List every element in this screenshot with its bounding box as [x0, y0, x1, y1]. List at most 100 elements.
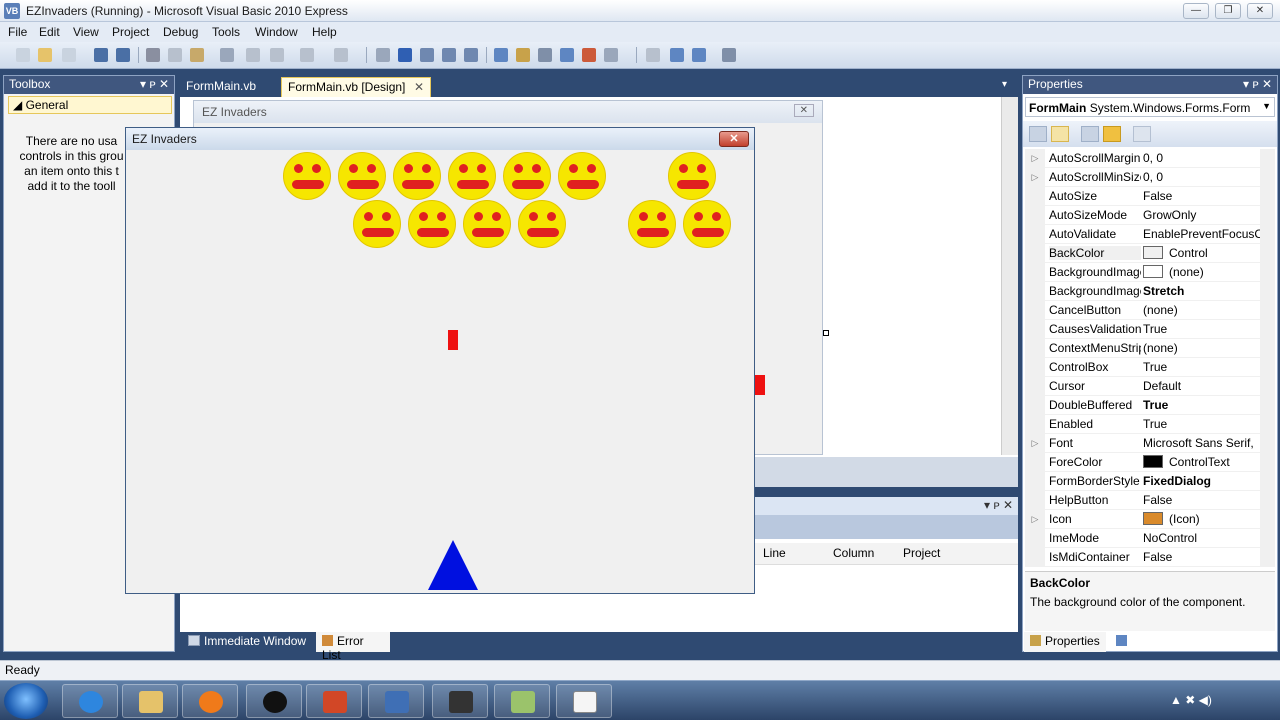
menu-tools[interactable]: Tools — [212, 25, 240, 39]
stop-debugging-icon[interactable] — [398, 48, 412, 62]
property-value[interactable]: FixedDialog — [1143, 474, 1261, 488]
property-row[interactable]: ImeMode NoControl — [1025, 529, 1261, 548]
chevron-down-icon[interactable]: ▼ — [1262, 101, 1271, 111]
menu-view[interactable]: View — [73, 25, 99, 39]
property-value[interactable]: (Icon) — [1143, 512, 1261, 526]
tab-formmain-design[interactable]: FormMain.vb [Design] ✕ — [281, 77, 431, 97]
object-browser-icon[interactable] — [560, 48, 574, 62]
alphabetical-icon[interactable] — [1051, 126, 1069, 142]
step-over-icon[interactable] — [442, 48, 456, 62]
expand-icon[interactable]: ▷ — [1025, 510, 1045, 529]
menu-project[interactable]: Project — [112, 25, 149, 39]
property-value[interactable]: ControlText — [1143, 455, 1261, 469]
property-row[interactable]: CausesValidation True — [1025, 320, 1261, 339]
save-all-icon[interactable] — [116, 48, 130, 62]
property-pages-icon[interactable] — [1133, 126, 1151, 142]
property-row[interactable]: AutoValidate EnablePreventFocusChange — [1025, 225, 1261, 244]
new-project-icon[interactable] — [16, 48, 30, 62]
tab-solution-explorer[interactable]: Solution Explorer — [1110, 632, 1240, 652]
undo-icon[interactable] — [300, 48, 314, 62]
open-file-icon[interactable] — [38, 48, 52, 62]
property-row[interactable]: Cursor Default — [1025, 377, 1261, 396]
property-value[interactable]: NoControl — [1143, 531, 1261, 545]
toolbox-pin-icon[interactable]: ▾ ᴘ ✕ — [140, 77, 169, 91]
dock-icon[interactable] — [692, 48, 706, 62]
property-row[interactable]: ▷ Icon (Icon) — [1025, 510, 1261, 529]
menu-help[interactable]: Help — [312, 25, 337, 39]
properties-view-icon[interactable] — [1081, 126, 1099, 142]
property-row[interactable]: HelpButton False — [1025, 491, 1261, 510]
tab-properties[interactable]: Properties — [1024, 632, 1106, 652]
paste-icon[interactable] — [190, 48, 204, 62]
step-into-icon[interactable] — [420, 48, 434, 62]
column-column[interactable]: Column — [833, 546, 874, 560]
property-value[interactable]: Default — [1143, 379, 1261, 393]
start-debugging-icon[interactable] — [376, 48, 390, 62]
properties-pin-icon[interactable]: ▾ ᴘ ✕ — [1243, 77, 1272, 91]
navigate-icon[interactable] — [646, 48, 660, 62]
property-row[interactable]: BackgroundImage (none) — [1025, 263, 1261, 282]
categorized-icon[interactable] — [1029, 126, 1047, 142]
property-value[interactable]: Control — [1143, 246, 1261, 260]
taskbar-visual-basic[interactable] — [368, 684, 424, 718]
editor-vertical-scrollbar[interactable] — [1001, 97, 1018, 455]
menu-file[interactable]: File — [8, 25, 27, 39]
cut-icon[interactable] — [146, 48, 160, 62]
taskbar-ie[interactable] — [62, 684, 118, 718]
property-value[interactable]: Microsoft Sans Serif, — [1143, 436, 1261, 450]
taskbar-notepad[interactable] — [556, 684, 612, 718]
tab-dropdown-icon[interactable]: ▾ — [1002, 79, 1007, 90]
property-row[interactable]: AutoSizeMode GrowOnly — [1025, 206, 1261, 225]
property-value[interactable]: (none) — [1143, 341, 1261, 355]
tab-immediate-window[interactable]: Immediate Window — [182, 632, 314, 652]
property-row[interactable]: Enabled True — [1025, 415, 1261, 434]
property-row[interactable]: CancelButton (none) — [1025, 301, 1261, 320]
property-grid-scrollbar[interactable] — [1260, 149, 1275, 567]
property-row[interactable]: DoubleBuffered True — [1025, 396, 1261, 415]
taskbar-stack[interactable] — [494, 684, 550, 718]
step-out-icon[interactable] — [464, 48, 478, 62]
expand-icon[interactable]: ▷ — [1025, 168, 1045, 187]
property-row[interactable]: BackgroundImageLayoutStretch — [1025, 282, 1261, 301]
uncomment-icon[interactable] — [270, 48, 284, 62]
property-row[interactable]: ▷ AutoScrollMargin 0, 0 — [1025, 149, 1261, 168]
game-close-button[interactable]: ✕ — [719, 131, 749, 147]
close-button[interactable]: ✕ — [1247, 3, 1273, 19]
taskbar-explorer[interactable] — [122, 684, 178, 718]
events-icon[interactable] — [1103, 126, 1121, 142]
property-value[interactable]: True — [1143, 398, 1261, 412]
expand-icon[interactable]: ▷ — [1025, 149, 1045, 168]
toolbox-group-general[interactable]: ◢ General — [8, 96, 172, 114]
editor-horizontal-scrollbar[interactable] — [755, 457, 1018, 487]
property-row[interactable]: ControlBox True — [1025, 358, 1261, 377]
property-value[interactable]: False — [1143, 493, 1261, 507]
property-row[interactable]: IsMdiContainer False — [1025, 548, 1261, 567]
add-item-icon[interactable] — [62, 48, 76, 62]
redo-icon[interactable] — [334, 48, 348, 62]
copy-icon[interactable] — [168, 48, 182, 62]
property-row[interactable]: ContextMenuStrip (none) — [1025, 339, 1261, 358]
find-icon[interactable] — [220, 48, 234, 62]
menu-debug[interactable]: Debug — [163, 25, 198, 39]
property-value[interactable]: False — [1143, 189, 1261, 203]
comment-icon[interactable] — [246, 48, 260, 62]
column-project[interactable]: Project — [903, 546, 940, 560]
menu-window[interactable]: Window — [255, 25, 298, 39]
error-list-pin-icon[interactable]: ▾ ᴘ ✕ — [984, 498, 1013, 512]
immediate-window-icon[interactable] — [604, 48, 618, 62]
property-value[interactable]: (none) — [1143, 265, 1261, 279]
expand-icon[interactable]: ▷ — [1025, 434, 1045, 453]
toolbar-options-icon[interactable] — [722, 48, 736, 62]
tab-close-icon[interactable]: ✕ — [414, 80, 424, 94]
column-line[interactable]: Line — [763, 546, 786, 560]
property-row[interactable]: BackColor Control — [1025, 244, 1261, 263]
property-value[interactable]: True — [1143, 322, 1261, 336]
property-value[interactable]: True — [1143, 417, 1261, 431]
property-value[interactable]: 0, 0 — [1143, 170, 1261, 184]
property-value[interactable]: EnablePreventFocusChange — [1143, 227, 1261, 241]
object-selector[interactable]: FormMain System.Windows.Forms.Form ▼ — [1025, 97, 1275, 117]
property-value[interactable]: True — [1143, 360, 1261, 374]
property-value[interactable]: False — [1143, 550, 1261, 564]
error-list-icon[interactable] — [582, 48, 596, 62]
game-playfield[interactable] — [126, 150, 754, 594]
